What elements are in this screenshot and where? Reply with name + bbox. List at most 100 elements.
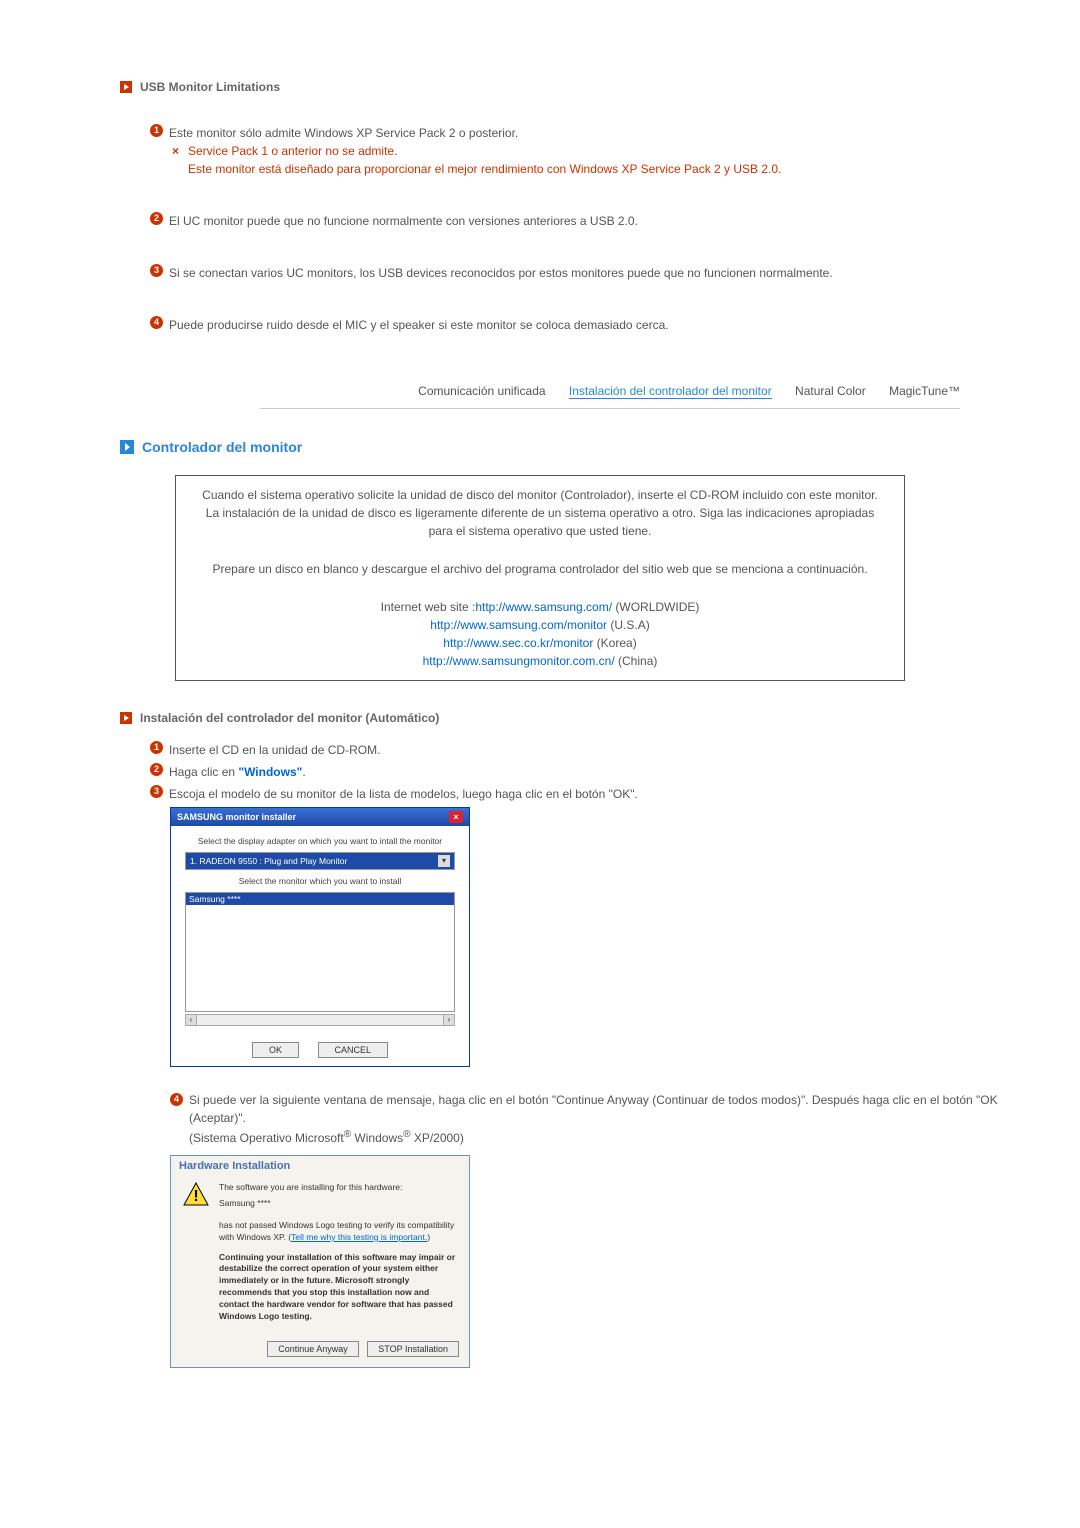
- page: USB Monitor Limitations 1 Este monitor s…: [0, 0, 1080, 1448]
- why-testing-link[interactable]: Tell me why this testing is important.: [291, 1232, 427, 1242]
- info-p1: Cuando el sistema operativo solicite la …: [176, 476, 904, 550]
- suffix-usa: (U.S.A): [607, 618, 650, 632]
- installer-titlebar: SAMSUNG monitor installer ×: [171, 808, 469, 826]
- tab-instalacion[interactable]: Instalación del controlador del monitor: [569, 384, 772, 399]
- step-4-main: Si puede ver la siguiente ventana de men…: [189, 1093, 998, 1125]
- tab-natural-color[interactable]: Natural Color: [795, 384, 866, 398]
- item-1-xline: Service Pack 1 o anterior no se admite.: [188, 142, 1020, 160]
- step-2-a: Haga clic en: [169, 765, 238, 779]
- item-1: 1 Este monitor sólo admite Windows XP Se…: [150, 124, 1020, 178]
- ok-button[interactable]: OK: [252, 1042, 299, 1058]
- suffix-worldwide: (WORLDWIDE): [612, 600, 699, 614]
- close-icon[interactable]: ×: [449, 811, 463, 823]
- scroll-track[interactable]: [197, 1014, 443, 1026]
- item-1-text: Este monitor sólo admite Windows XP Serv…: [169, 124, 1020, 178]
- installer-title: SAMSUNG monitor installer: [177, 812, 296, 822]
- step-1-text: Inserte el CD en la unidad de CD-ROM.: [169, 741, 1020, 759]
- install-auto-title: Instalación del controlador del monitor …: [140, 711, 439, 725]
- bullet-3-icon: 3: [150, 785, 163, 798]
- x-icon: ×: [169, 142, 182, 160]
- item-3-text: Si se conectan varios UC monitors, los U…: [169, 264, 1020, 282]
- scroll-left-icon[interactable]: ‹: [185, 1014, 197, 1026]
- hardware-body: ! The software you are installing for th…: [171, 1176, 469, 1335]
- scrollbar: ‹ ›: [185, 1014, 455, 1026]
- bullet-3-icon: 3: [150, 264, 163, 277]
- info-p2: Prepare un disco en blanco y descargue e…: [176, 550, 904, 588]
- item-1-line1: Este monitor sólo admite Windows XP Serv…: [169, 126, 518, 140]
- step-4-note-b: Windows: [351, 1131, 403, 1145]
- link-korea[interactable]: http://www.sec.co.kr/monitor: [443, 636, 593, 650]
- bullet-4-icon: 4: [150, 316, 163, 329]
- step-4: 4 Si puede ver la siguiente ventana de m…: [170, 1091, 1020, 1147]
- hw-l3: has not passed Windows Logo testing to v…: [219, 1220, 457, 1244]
- tabs-underline: [260, 408, 960, 409]
- hardware-message: The software you are installing for this…: [219, 1182, 457, 1323]
- step-2-c: .: [302, 765, 305, 779]
- hw-l1: The software you are installing for this…: [219, 1182, 457, 1194]
- step-3-text: Escoja el modelo de su monitor de la lis…: [169, 785, 1020, 803]
- step-1: 1 Inserte el CD en la unidad de CD-ROM.: [150, 741, 1020, 759]
- stop-installation-button[interactable]: STOP Installation: [367, 1341, 459, 1357]
- tabs-row: Comunicación unificada Instalación del c…: [60, 384, 1020, 398]
- link-usa[interactable]: http://www.samsung.com/monitor: [430, 618, 607, 632]
- arrow-icon: [120, 712, 132, 724]
- step-4-text: Si puede ver la siguiente ventana de men…: [189, 1091, 1020, 1147]
- monitor-listbox[interactable]: Samsung ****: [185, 892, 455, 1012]
- step-2: 2 Haga clic en "Windows".: [150, 763, 1020, 781]
- monitor-selected[interactable]: Samsung ****: [186, 893, 454, 905]
- step-2-text: Haga clic en "Windows".: [169, 763, 1020, 781]
- item-3: 3 Si se conectan varios UC monitors, los…: [150, 264, 1020, 282]
- usb-limitations-title: USB Monitor Limitations: [140, 80, 280, 94]
- adapter-combo-value: 1. RADEON 9550 : Plug and Play Monitor: [190, 856, 347, 866]
- chevron-down-icon[interactable]: ▾: [438, 855, 450, 867]
- info-box: Cuando el sistema operativo solicite la …: [175, 475, 905, 681]
- step-4-note-c: XP/2000): [410, 1131, 463, 1145]
- step-3: 3 Escoja el modelo de su monitor de la l…: [150, 785, 1020, 803]
- info-lead: Internet web site :: [381, 600, 476, 614]
- scroll-right-icon[interactable]: ›: [443, 1014, 455, 1026]
- hardware-dialog: Hardware Installation ! The software you…: [170, 1155, 470, 1368]
- installer-dialog: SAMSUNG monitor installer × Select the d…: [170, 807, 470, 1067]
- main-title-text: Controlador del monitor: [142, 439, 302, 455]
- info-links: Internet web site :http://www.samsung.co…: [176, 588, 904, 680]
- tab-comunicacion[interactable]: Comunicación unificada: [418, 384, 545, 398]
- adapter-combo[interactable]: 1. RADEON 9550 : Plug and Play Monitor ▾: [185, 852, 455, 870]
- installer-body: Select the display adapter on which you …: [171, 826, 469, 1034]
- arrow-blue-icon: [120, 440, 134, 454]
- item-4: 4 Puede producirse ruido desde el MIC y …: [150, 316, 1020, 334]
- cancel-button[interactable]: CANCEL: [318, 1042, 389, 1058]
- link-worldwide[interactable]: http://www.samsung.com/: [475, 600, 612, 614]
- warning-icon: !: [183, 1182, 209, 1206]
- installer-buttons: OK CANCEL: [171, 1034, 469, 1066]
- item-2: 2 El UC monitor puede que no funcione no…: [150, 212, 1020, 230]
- tab-magictune[interactable]: MagicTune™: [889, 384, 960, 398]
- suffix-china: (China): [615, 654, 658, 668]
- step-2-link[interactable]: "Windows": [238, 765, 302, 779]
- suffix-korea: (Korea): [593, 636, 636, 650]
- main-title: Controlador del monitor: [120, 439, 1020, 455]
- svg-text:!: !: [193, 1188, 198, 1205]
- usb-limitations-list: 1 Este monitor sólo admite Windows XP Se…: [150, 124, 1020, 334]
- bullet-4-icon: 4: [170, 1093, 183, 1106]
- installer-label2: Select the monitor which you want to ins…: [185, 876, 455, 886]
- bullet-1-icon: 1: [150, 741, 163, 754]
- hw-l2: Samsung ****: [219, 1198, 457, 1210]
- hw-l3c: ): [427, 1232, 430, 1242]
- installer-label1: Select the display adapter on which you …: [185, 836, 455, 846]
- item-1-note: Este monitor está diseñado para proporci…: [188, 160, 781, 178]
- arrow-icon: [120, 81, 132, 93]
- step-4-note-a: (Sistema Operativo Microsoft: [189, 1131, 344, 1145]
- bullet-2-icon: 2: [150, 212, 163, 225]
- hardware-title: Hardware Installation: [171, 1156, 469, 1176]
- continue-anyway-button[interactable]: Continue Anyway: [267, 1341, 359, 1357]
- content: USB Monitor Limitations 1 Este monitor s…: [60, 80, 1020, 1368]
- hw-l4: Continuing your installation of this sof…: [219, 1252, 457, 1323]
- bullet-2-icon: 2: [150, 763, 163, 776]
- bullet-1-icon: 1: [150, 124, 163, 137]
- item-4-text: Puede producirse ruido desde el MIC y el…: [169, 316, 1020, 334]
- install-auto-header: Instalación del controlador del monitor …: [120, 711, 1020, 725]
- hardware-buttons: Continue Anyway STOP Installation: [171, 1335, 469, 1367]
- install-steps: 1 Inserte el CD en la unidad de CD-ROM. …: [150, 741, 1020, 803]
- link-china[interactable]: http://www.samsungmonitor.com.cn/: [423, 654, 615, 668]
- usb-limitations-header: USB Monitor Limitations: [120, 80, 1020, 94]
